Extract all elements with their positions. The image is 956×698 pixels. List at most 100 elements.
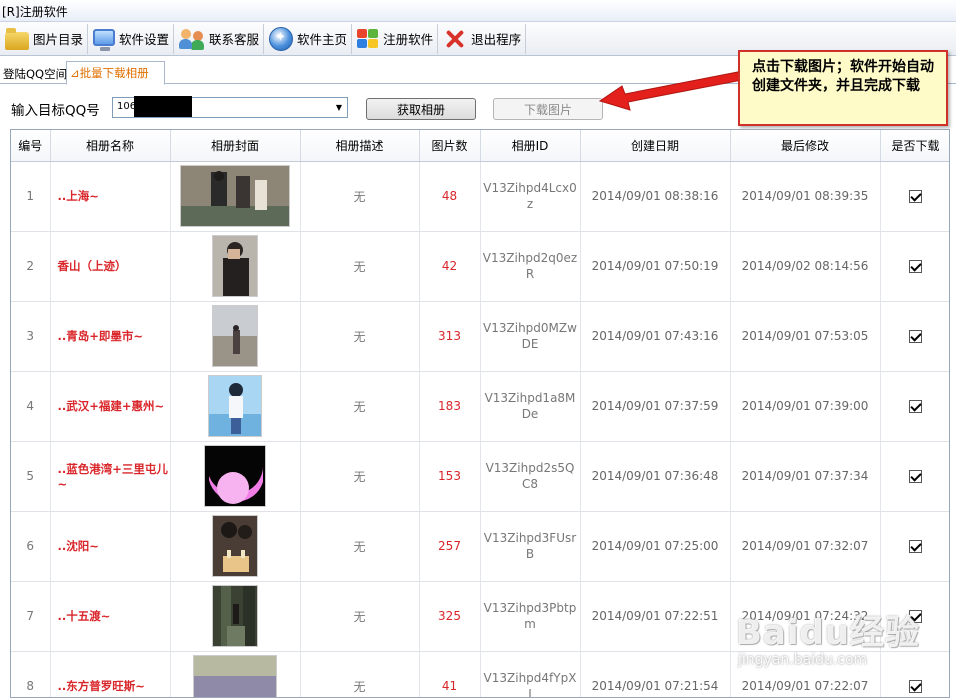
modified-date: 2014/09/01 07:24:32: [730, 581, 881, 652]
download-checkbox-cell: [880, 371, 949, 442]
download-checkbox[interactable]: [909, 680, 922, 693]
album-id: V13Zihpd2s5QC8: [480, 441, 581, 512]
row-number: 8: [11, 651, 51, 697]
album-cover-image: [204, 445, 266, 507]
album-description: 无: [300, 651, 420, 697]
qq-number-label: 输入目标QQ号: [11, 103, 100, 119]
download-checkbox[interactable]: [909, 540, 922, 553]
column-header[interactable]: 创建日期: [580, 130, 731, 162]
modified-date: 2014/09/01 07:22:07: [730, 651, 881, 697]
album-cover-cell: [170, 441, 301, 512]
album-cover-image: [212, 305, 258, 367]
column-header[interactable]: 相册ID: [480, 130, 581, 162]
album-cover-image: [208, 375, 262, 437]
picture-directory-button[interactable]: 图片目录: [3, 23, 89, 54]
software-settings-button[interactable]: 软件设置: [91, 23, 175, 54]
dropdown-arrow-icon[interactable]: ▼: [331, 98, 347, 117]
created-date: 2014/09/01 07:22:51: [580, 581, 731, 652]
toolbar-label: 软件主页: [297, 32, 348, 47]
window-title: [R]注册软件: [0, 0, 956, 22]
column-header[interactable]: 相册名称: [50, 130, 171, 162]
modified-date: 2014/09/01 07:53:05: [730, 301, 881, 372]
fetch-albums-button[interactable]: 获取相册: [366, 98, 476, 120]
download-checkbox-cell: [880, 301, 949, 372]
software-homepage-button[interactable]: 软件主页: [267, 23, 353, 54]
column-header[interactable]: 是否下载: [880, 130, 949, 162]
album-name: ..武汉+福建+惠州~: [50, 371, 171, 442]
download-checkbox[interactable]: [909, 610, 922, 623]
column-header[interactable]: 图片数: [419, 130, 481, 162]
album-name: ..沈阳~: [50, 511, 171, 582]
table-row[interactable]: 6 ..沈阳~ 无 257 V13Zihpd3FUsrB 2014/09/01 …: [11, 511, 949, 582]
toolbar-label: 注册软件: [383, 32, 434, 47]
album-id: V13Zihpd0MZwDE: [480, 301, 581, 372]
column-header[interactable]: 编号: [11, 130, 51, 162]
picture-count: 42: [419, 231, 481, 302]
album-id: V13Zihpd3FUsrB: [480, 511, 581, 582]
toolbar-label: 联系客服: [209, 32, 260, 47]
created-date: 2014/09/01 07:21:54: [580, 651, 731, 697]
windows-logo-icon: [357, 28, 379, 49]
album-id: V13Zihpd4fYpXI: [480, 651, 581, 697]
created-date: 2014/09/01 07:36:48: [580, 441, 731, 512]
tab-login-qzone[interactable]: 登陆QQ空间: [0, 63, 71, 84]
album-id: V13Zihpd3Pbtpm: [480, 581, 581, 652]
download-checkbox-cell: [880, 161, 949, 232]
table-row[interactable]: 2 香山（上迹） 无 42 V13Zihpd2q0ezR 2014/09/01 …: [11, 231, 949, 302]
tab-batch-download-albums[interactable]: ⊿批量下载相册: [66, 61, 165, 85]
table-row[interactable]: 5 ..蓝色港湾+三里屯儿~ 无 153 V13Zihpd2s5QC8 2014…: [11, 441, 949, 512]
download-checkbox[interactable]: [909, 260, 922, 273]
created-date: 2014/09/01 07:43:16: [580, 301, 731, 372]
album-cover-cell: [170, 161, 301, 232]
toolbar-label: 退出程序: [471, 32, 522, 47]
picture-count: 183: [419, 371, 481, 442]
album-cover-image: [212, 515, 258, 577]
download-checkbox[interactable]: [909, 400, 922, 413]
table-header-row: 编号 相册名称 相册封面 相册描述 图片数 相册ID 创建日期 最后修改 是否下…: [11, 130, 949, 162]
modified-date: 2014/09/01 07:39:00: [730, 371, 881, 442]
table-row[interactable]: 4 ..武汉+福建+惠州~ 无 183 V13Zihpd1a8MDe 2014/…: [11, 371, 949, 442]
album-name: ..东方普罗旺斯~: [50, 651, 171, 697]
album-cover-image: [212, 585, 258, 647]
download-checkbox-cell: [880, 651, 949, 697]
download-checkbox-cell: [880, 231, 949, 302]
album-description: 无: [300, 231, 420, 302]
folder-icon: [5, 27, 29, 50]
album-name: ..上海~: [50, 161, 171, 232]
picture-count: 48: [419, 161, 481, 232]
table-row[interactable]: 3 ..青岛+即墨市~ 无 313 V13Zihpd0MZwDE 2014/09…: [11, 301, 949, 372]
contact-support-button[interactable]: 联系客服: [177, 23, 265, 54]
modified-date: 2014/09/01 08:39:35: [730, 161, 881, 232]
download-checkbox-cell: [880, 441, 949, 512]
table-row[interactable]: 8 ..东方普罗旺斯~ 无 41 V13Zihpd4fYpXI 2014/09/…: [11, 651, 949, 697]
picture-count: 257: [419, 511, 481, 582]
table-row[interactable]: 1 ..上海~ 无 48 V13Zihpd4Lcx0z 2014/09/01 0…: [11, 161, 949, 232]
album-cover-cell: [170, 511, 301, 582]
monitor-icon: [93, 29, 116, 51]
register-software-button[interactable]: 注册软件: [355, 23, 439, 54]
download-pictures-button[interactable]: 下载图片: [493, 98, 603, 120]
created-date: 2014/09/01 07:50:19: [580, 231, 731, 302]
album-id: V13Zihpd2q0ezR: [480, 231, 581, 302]
album-name: ..十五渡~: [50, 581, 171, 652]
created-date: 2014/09/01 08:38:16: [580, 161, 731, 232]
row-number: 4: [11, 371, 51, 442]
picture-count: 325: [419, 581, 481, 652]
modified-date: 2014/09/01 07:37:34: [730, 441, 881, 512]
picture-count: 153: [419, 441, 481, 512]
annotation-arrow-icon: [598, 71, 743, 111]
album-name: ..青岛+即墨市~: [50, 301, 171, 372]
download-checkbox[interactable]: [909, 330, 922, 343]
table-row[interactable]: 7 ..十五渡~ 无 325 V13Zihpd3Pbtpm 2014/09/01…: [11, 581, 949, 652]
download-checkbox[interactable]: [909, 470, 922, 483]
album-id: V13Zihpd4Lcx0z: [480, 161, 581, 232]
toolbar-label: 软件设置: [119, 32, 170, 47]
download-checkbox[interactable]: [909, 190, 922, 203]
exit-program-button[interactable]: 退出程序: [441, 23, 527, 54]
column-header[interactable]: 相册描述: [300, 130, 420, 162]
column-header[interactable]: 最后修改: [730, 130, 881, 162]
column-header[interactable]: 相册封面: [170, 130, 301, 162]
download-checkbox-cell: [880, 581, 949, 652]
album-description: 无: [300, 511, 420, 582]
album-description: 无: [300, 581, 420, 652]
